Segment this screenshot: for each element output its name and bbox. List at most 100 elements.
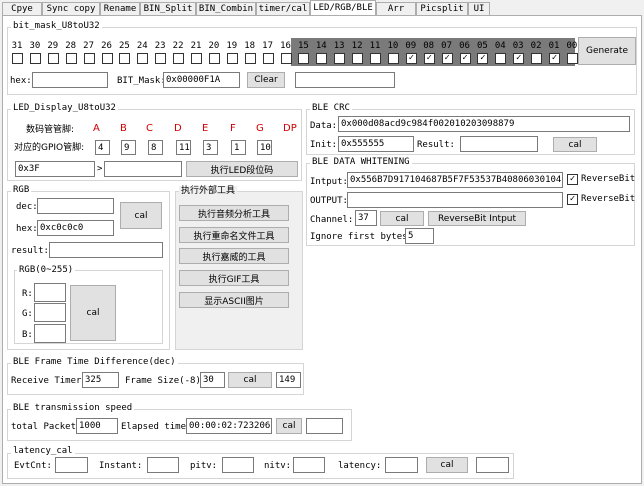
tab-bin-combin[interactable]: BIN_Combin xyxy=(196,2,256,15)
bit-checkbox-30[interactable] xyxy=(29,53,41,64)
tab-led-rgb-ble[interactable]: LED/RGB/BLE xyxy=(310,0,376,16)
gpio-input-e[interactable]: 3 xyxy=(203,140,218,155)
gpio-input-d[interactable]: 11 xyxy=(176,140,191,155)
gpio-input-g[interactable]: 10 xyxy=(257,140,272,155)
bit-checkbox-19[interactable] xyxy=(226,53,238,64)
bit-checkbox-20[interactable] xyxy=(208,53,220,64)
tab-timer-cal[interactable]: timer/cal xyxy=(256,2,310,15)
bit-checkbox-23[interactable] xyxy=(155,53,167,64)
latency-input[interactable] xyxy=(385,457,418,473)
tab-bin-split[interactable]: BIN_Split xyxy=(140,2,196,15)
bitmask-extra-input[interactable] xyxy=(295,72,395,88)
frame-cal-button[interactable]: cal xyxy=(228,372,272,388)
reverse-output-checkbox[interactable]: ✓ xyxy=(567,194,578,205)
bit-checkbox-28[interactable] xyxy=(65,53,77,64)
whitening-output[interactable] xyxy=(347,192,563,208)
nitv-input[interactable] xyxy=(293,457,325,473)
bit-checkbox-06[interactable]: ✓ xyxy=(459,53,471,64)
bit-checkbox-16[interactable] xyxy=(280,53,292,64)
rename-tool-button[interactable]: 执行重命名文件工具 xyxy=(179,227,289,243)
rgb-cal-button[interactable]: cal xyxy=(120,202,162,229)
run-led-button[interactable]: 执行LED段位码 xyxy=(186,161,298,177)
whitening-input[interactable]: 0x556B7D917104687B5F7F53537B40806030104a… xyxy=(347,172,563,188)
bit-checkbox-26[interactable] xyxy=(101,53,113,64)
bit-checkbox-08[interactable]: ✓ xyxy=(423,53,435,64)
bit-checkbox-07[interactable]: ✓ xyxy=(441,53,453,64)
jiawei-tool-button[interactable]: 执行嘉威的工具 xyxy=(179,248,289,264)
ascii-image-button[interactable]: 显示ASCII图片 xyxy=(179,292,289,308)
crc-cal-button[interactable]: cal xyxy=(553,137,597,152)
tab-sync-copy[interactable]: Sync copy xyxy=(42,2,100,15)
tab-rename[interactable]: Rename xyxy=(100,2,140,15)
bit-checkbox-15[interactable] xyxy=(298,53,310,64)
frame-result-input[interactable]: 149 xyxy=(276,372,301,388)
evtcnt-input[interactable] xyxy=(55,457,88,473)
g-input[interactable] xyxy=(34,303,66,322)
crc-result-input[interactable] xyxy=(460,136,538,152)
r-input[interactable] xyxy=(34,283,66,302)
pitv-input[interactable] xyxy=(222,457,254,473)
gpio-input-c[interactable]: 8 xyxy=(148,140,163,155)
channel-input[interactable]: 37 xyxy=(355,210,377,226)
clear-button[interactable]: Clear xyxy=(247,72,285,88)
bit-checkbox-02[interactable] xyxy=(531,53,543,64)
latency-cal-button[interactable]: cal xyxy=(426,457,468,473)
bit-checkbox-10[interactable] xyxy=(387,53,399,64)
receive-timer-input[interactable]: 325 xyxy=(82,372,119,388)
whitening-cal-button[interactable]: cal xyxy=(380,211,424,226)
bit-checkbox-01[interactable]: ✓ xyxy=(549,53,560,64)
bit-checkbox-14[interactable] xyxy=(316,53,328,64)
bit-checkbox-00[interactable] xyxy=(566,53,578,64)
bit-checkbox-13[interactable] xyxy=(334,53,346,64)
gpio-input-b[interactable]: 9 xyxy=(121,140,136,155)
bit-checkbox-11[interactable] xyxy=(370,53,381,64)
dec-input[interactable] xyxy=(37,198,114,214)
gif-tool-button[interactable]: 执行GIF工具 xyxy=(179,270,289,286)
transmission-cal-button[interactable]: cal xyxy=(276,418,302,434)
tab-picsplit[interactable]: Picsplit xyxy=(416,2,468,15)
crc-data-input[interactable]: 0x000d08acd9c984f002010203098879 xyxy=(338,116,630,132)
hex-input[interactable] xyxy=(32,72,108,88)
bit-checkbox-24[interactable] xyxy=(137,53,149,64)
bit-checkbox-21[interactable] xyxy=(191,53,202,64)
bit-checkbox-31[interactable] xyxy=(12,53,23,64)
crc-init-input[interactable]: 0x555555 xyxy=(338,136,414,152)
led-code-input[interactable] xyxy=(104,161,182,177)
bit-checkbox-17[interactable] xyxy=(262,53,274,64)
bit-checkbox-09[interactable]: ✓ xyxy=(405,53,417,64)
bit-checkbox-05[interactable]: ✓ xyxy=(477,53,489,64)
latency-result-input[interactable] xyxy=(476,457,509,473)
audio-tool-button[interactable]: 执行音频分析工具 xyxy=(179,205,289,221)
b-input[interactable] xyxy=(34,324,66,343)
bit-number-06: 06 xyxy=(459,41,470,51)
bitmask-input[interactable]: 0x00000F1A xyxy=(163,72,240,88)
bit-checkbox-18[interactable] xyxy=(244,53,256,64)
rgb-hex-input[interactable]: 0xc0c0c0 xyxy=(37,220,114,236)
gpio-input-f[interactable]: 1 xyxy=(231,140,246,155)
rgb-result-input[interactable] xyxy=(49,242,163,258)
bit-checkbox-27[interactable] xyxy=(83,53,95,64)
frame-size-input[interactable]: 30 xyxy=(200,372,225,388)
bit-checkbox-22[interactable] xyxy=(173,53,185,64)
transmission-result-input[interactable] xyxy=(306,418,343,434)
reverse-input-checkbox[interactable]: ✓ xyxy=(567,174,578,185)
instant-input[interactable] xyxy=(147,457,179,473)
bit-checkbox-04[interactable] xyxy=(495,53,507,64)
bit-checkbox-25[interactable] xyxy=(119,53,131,64)
tab-cpye[interactable]: Cpye xyxy=(2,2,42,15)
reverse-bit-input-button[interactable]: ReverseBit Intput xyxy=(428,211,526,226)
rgb-result-label: result: xyxy=(11,246,49,256)
gpio-input-a[interactable]: 4 xyxy=(95,140,110,155)
bit-number-29: 29 xyxy=(47,41,59,51)
tab-ui[interactable]: UI xyxy=(468,2,490,15)
led-result-input[interactable]: 0x3F xyxy=(15,161,95,177)
bit-checkbox-29[interactable] xyxy=(47,53,59,64)
generate-button[interactable]: Generate xyxy=(578,37,636,65)
ignore-bytes-input[interactable]: 5 xyxy=(405,228,434,244)
bit-checkbox-12[interactable] xyxy=(352,53,364,64)
rgb-cal2-button[interactable]: cal xyxy=(70,285,116,341)
total-packet-input[interactable]: 1000 xyxy=(76,418,118,434)
bit-checkbox-03[interactable]: ✓ xyxy=(513,53,525,64)
tab-arr[interactable]: Arr xyxy=(376,2,416,15)
elapsed-time-input[interactable]: 00:00:02:723206 xyxy=(186,418,272,434)
